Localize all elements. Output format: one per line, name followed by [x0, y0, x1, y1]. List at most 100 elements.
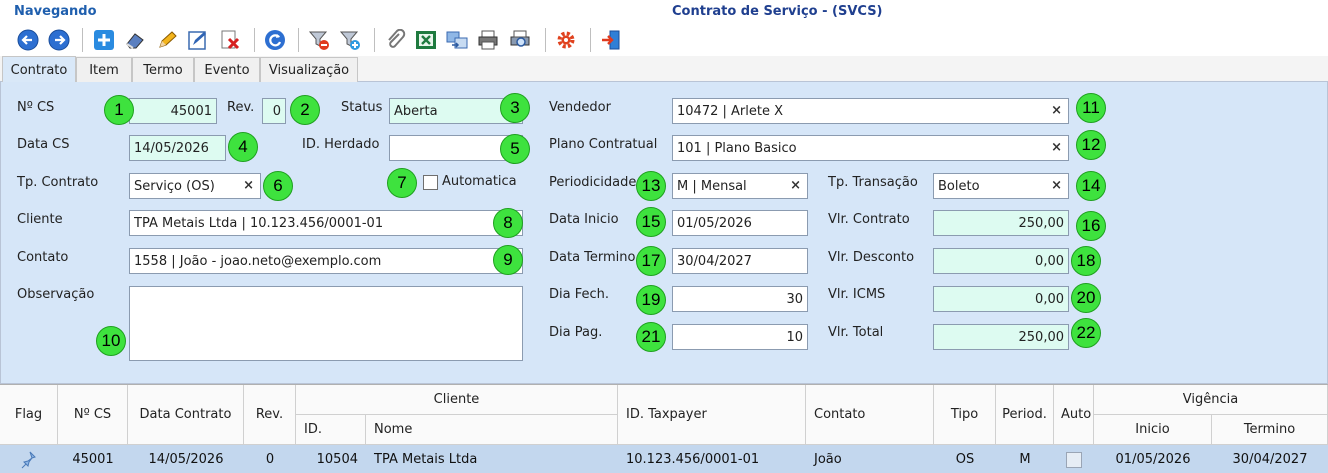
settings-button[interactable]	[553, 27, 579, 53]
data-contrato-cell: 14/05/2026	[148, 452, 224, 467]
transfer-button[interactable]	[444, 27, 470, 53]
col-header-period[interactable]: Period.	[996, 385, 1054, 445]
dia-fech-field[interactable]: 30	[672, 286, 808, 312]
refresh-icon	[265, 30, 285, 50]
vendedor-label: Vendedor	[549, 100, 611, 115]
toolbar-separator	[590, 28, 591, 52]
col-header-contato[interactable]: Contato	[806, 385, 934, 445]
vlr-contrato-label: Vlr. Contrato	[828, 212, 910, 227]
automatica-label: Automatica	[442, 174, 517, 189]
tp-contrato-field[interactable]: Serviço (OS) ×	[129, 173, 261, 199]
clear-icon[interactable]: ×	[1051, 140, 1062, 155]
clear-icon[interactable]: ×	[1051, 178, 1062, 193]
toolbar-separator	[298, 28, 299, 52]
tipo-cell: OS	[955, 452, 975, 467]
marker-badge: 9	[493, 245, 523, 275]
rev-field[interactable]: 0	[262, 98, 286, 124]
col-header-cliente-nome[interactable]: Nome	[366, 415, 618, 445]
dia-fech-label: Dia Fech.	[549, 287, 610, 302]
inicio-cell: 01/05/2026	[1115, 452, 1191, 467]
vlr-desconto-label: Vlr. Desconto	[828, 250, 915, 265]
marker-badge: 17	[636, 246, 666, 276]
clear-icon[interactable]: ×	[790, 178, 801, 193]
plano-field[interactable]: 101 | Plano Basico ×	[672, 135, 1069, 161]
cliente-label: Cliente	[17, 212, 63, 227]
print-button[interactable]	[475, 27, 501, 53]
tab-evento[interactable]: Evento	[194, 57, 260, 82]
col-header-rev[interactable]: Rev.	[244, 385, 296, 445]
edit-form-button[interactable]	[185, 27, 211, 53]
col-header-flag[interactable]: Flag	[0, 385, 58, 445]
back-button[interactable]	[15, 27, 41, 53]
tab-visualizacao[interactable]: Visualização	[260, 57, 358, 82]
settings-icon	[557, 31, 575, 49]
status-label: Status	[341, 100, 383, 115]
vlr-icms-field[interactable]: 0,00	[933, 286, 1069, 312]
termino-cell: 30/04/2027	[1232, 452, 1308, 467]
col-header-id-taxpayer[interactable]: ID. Taxpayer	[618, 385, 806, 445]
add-icon	[94, 30, 114, 50]
refresh-button[interactable]	[262, 27, 288, 53]
auto-checkbox[interactable]	[1066, 451, 1082, 468]
edit-button[interactable]	[154, 27, 180, 53]
toolbar-separator	[374, 28, 375, 52]
vlr-total-field[interactable]: 250,00	[933, 324, 1069, 350]
attach-button[interactable]	[382, 27, 408, 53]
tp-contrato-label: Tp. Contrato	[17, 175, 99, 190]
table-row[interactable]: 45001 14/05/2026 0 10504 TPA Metais Ltda…	[0, 445, 1328, 473]
flag-cell	[0, 445, 58, 473]
filter-remove-icon	[308, 31, 329, 50]
print-preview-button[interactable]	[507, 27, 533, 53]
tab-termo[interactable]: Termo	[132, 57, 194, 82]
vlr-contrato-field[interactable]: 250,00	[933, 210, 1069, 236]
filter-add-button[interactable]	[337, 27, 363, 53]
contract-form: Nº CS 45001 Rev. 0 Status Aberta Vendedo…	[0, 82, 1328, 384]
plano-label: Plano Contratual	[549, 137, 658, 152]
exit-button[interactable]	[598, 27, 624, 53]
print-icon	[478, 30, 498, 50]
data-inicio-field[interactable]: 01/05/2026	[672, 210, 808, 236]
dia-pag-field[interactable]: 10	[672, 324, 808, 350]
add-button[interactable]	[91, 27, 117, 53]
contato-cell: João	[814, 452, 842, 467]
filter-remove-button[interactable]	[306, 27, 332, 53]
contato-field[interactable]: 1558 | João - joao.neto@exemplo.com	[129, 248, 523, 274]
ncs-field[interactable]: 45001	[129, 98, 217, 124]
marker-badge: 2	[290, 95, 320, 125]
observacao-label: Observação	[17, 287, 95, 302]
vendedor-field[interactable]: 10472 | Arlete X ×	[672, 98, 1069, 124]
col-header-cliente-id[interactable]: ID.	[296, 415, 366, 445]
data-termino-field[interactable]: 30/04/2027	[672, 248, 808, 274]
periodicidade-label: Periodicidade	[549, 175, 637, 190]
excel-icon	[416, 31, 436, 49]
clear-icon[interactable]: ×	[243, 178, 254, 193]
col-header-data-contrato[interactable]: Data Contrato	[128, 385, 244, 445]
col-header-auto[interactable]: Auto	[1054, 385, 1094, 445]
clear-icon[interactable]: ×	[1051, 103, 1062, 118]
edit-form-icon	[188, 31, 206, 50]
marker-badge: 5	[500, 134, 530, 164]
forward-button[interactable]	[46, 27, 72, 53]
print-preview-icon	[510, 30, 530, 47]
observacao-textarea[interactable]	[129, 286, 523, 361]
eraser-button[interactable]	[122, 27, 148, 53]
col-header-termino[interactable]: Termino	[1212, 415, 1328, 445]
tab-contrato[interactable]: Contrato	[2, 56, 76, 83]
col-header-ncs[interactable]: Nº CS	[58, 385, 128, 445]
col-header-inicio[interactable]: Inicio	[1094, 415, 1212, 445]
exit-icon	[602, 30, 620, 50]
vlr-desconto-field[interactable]: 0,00	[933, 248, 1069, 274]
marker-badge: 10	[96, 326, 126, 356]
delete-button[interactable]	[217, 27, 243, 53]
data-cs-field[interactable]: 14/05/2026	[129, 135, 226, 161]
marker-badge: 13	[636, 171, 666, 201]
tp-transacao-field[interactable]: Boleto ×	[933, 173, 1069, 199]
excel-button[interactable]	[413, 27, 439, 53]
cliente-field[interactable]: TPA Metais Ltda | 10.123.456/0001-01	[129, 210, 523, 236]
tab-item[interactable]: Item	[76, 57, 132, 82]
col-header-tipo[interactable]: Tipo	[934, 385, 996, 445]
periodicidade-field[interactable]: M | Mensal ×	[672, 173, 808, 199]
toolbar-separator	[254, 28, 255, 52]
marker-badge: 14	[1076, 171, 1106, 201]
automatica-checkbox[interactable]	[423, 175, 438, 190]
